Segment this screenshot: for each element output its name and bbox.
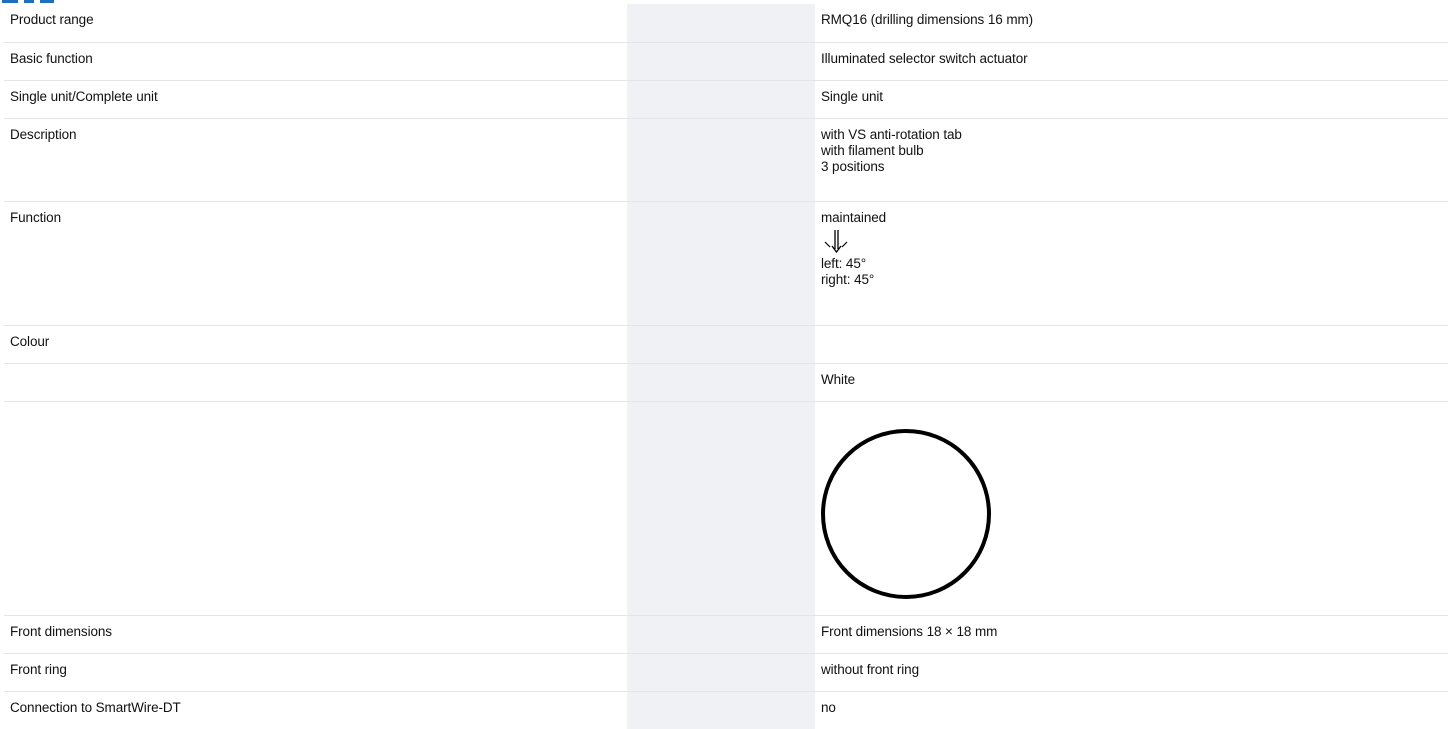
spec-grey-cell xyxy=(741,615,815,654)
switch-rotation-symbol-icon xyxy=(824,229,848,253)
spec-grey-cell xyxy=(741,653,815,692)
spec-row-colour: Colour xyxy=(4,325,1448,364)
description-line: with filament bulb xyxy=(821,142,924,158)
spec-grey-cell xyxy=(627,615,741,654)
spec-label: Function xyxy=(10,209,61,225)
spec-grey-cell xyxy=(627,4,741,43)
spec-grey-cell xyxy=(627,653,741,692)
rotation-right: right: 45° xyxy=(821,271,875,287)
spec-row-front-dimensions: Front dimensions Front dimensions 18 × 1… xyxy=(4,615,1448,654)
spec-table: Product range RMQ16 (drilling dimensions… xyxy=(4,4,1448,729)
spec-grey-cell xyxy=(741,691,815,729)
spec-row-colour-name: White xyxy=(4,363,1448,402)
spec-grey-cell xyxy=(627,363,741,402)
spec-row-product-range: Product range RMQ16 (drilling dimensions… xyxy=(4,4,1448,43)
spec-value: with VS anti-rotation tab with filament … xyxy=(815,119,1448,183)
spec-grey-cell xyxy=(741,401,815,616)
spec-row-description: Description with VS anti-rotation tab wi… xyxy=(4,118,1448,202)
spec-label: Front dimensions xyxy=(10,623,112,639)
spec-row-basic-function: Basic function Illuminated selector swit… xyxy=(4,42,1448,81)
spec-grey-cell xyxy=(627,325,741,364)
spec-value: Single unit xyxy=(821,88,883,104)
spec-grey-cell xyxy=(741,325,815,364)
spec-value: maintained left: 45° right: 45° xyxy=(815,202,1448,296)
top-accent-bar xyxy=(0,0,60,3)
spec-grey-cell xyxy=(627,118,741,202)
spec-label: Product range xyxy=(10,12,94,27)
spec-label xyxy=(4,402,627,418)
white-colour-circle-icon xyxy=(821,428,991,599)
spec-label: Single unit/Complete unit xyxy=(10,88,158,104)
spec-grey-cell xyxy=(627,201,741,326)
spec-grey-cell xyxy=(741,4,815,43)
spec-grey-cell xyxy=(741,201,815,326)
spec-label: Front ring xyxy=(10,661,67,677)
description-line: with VS anti-rotation tab xyxy=(821,126,962,142)
description-line: 3 positions xyxy=(821,158,885,174)
spec-value: White xyxy=(821,371,856,387)
spec-label: Basic function xyxy=(10,50,93,66)
spec-grey-cell xyxy=(627,42,741,81)
spec-row-single-unit: Single unit/Complete unit Single unit xyxy=(4,80,1448,119)
spec-row-front-ring: Front ring without front ring xyxy=(4,653,1448,692)
spec-label: Description xyxy=(10,126,77,142)
spec-grey-cell xyxy=(741,42,815,81)
spec-row-colour-symbol xyxy=(4,401,1448,616)
spec-row-function: Function maintained left: 45° right: 45° xyxy=(4,201,1448,326)
spec-value: no xyxy=(821,699,836,715)
spec-label xyxy=(4,364,627,380)
rotation-left: left: 45° xyxy=(821,255,867,271)
spec-label: Colour xyxy=(10,333,50,349)
spec-value xyxy=(815,326,1448,342)
spec-label: Connection to SmartWire-DT xyxy=(10,699,181,715)
spec-grey-cell xyxy=(741,363,815,402)
spec-grey-cell xyxy=(627,80,741,119)
spec-grey-cell xyxy=(741,118,815,202)
spec-value: Illuminated selector switch actuator xyxy=(821,50,1028,66)
spec-grey-cell xyxy=(741,80,815,119)
spec-grey-cell xyxy=(627,691,741,729)
spec-value: without front ring xyxy=(821,661,919,677)
spec-row-smartwire: Connection to SmartWire-DT no xyxy=(4,691,1448,729)
function-value: maintained xyxy=(821,209,887,225)
spec-value: Front dimensions 18 × 18 mm xyxy=(821,623,998,639)
spec-value: RMQ16 (drilling dimensions 16 mm) xyxy=(821,12,1034,27)
spec-grey-cell xyxy=(627,401,741,616)
